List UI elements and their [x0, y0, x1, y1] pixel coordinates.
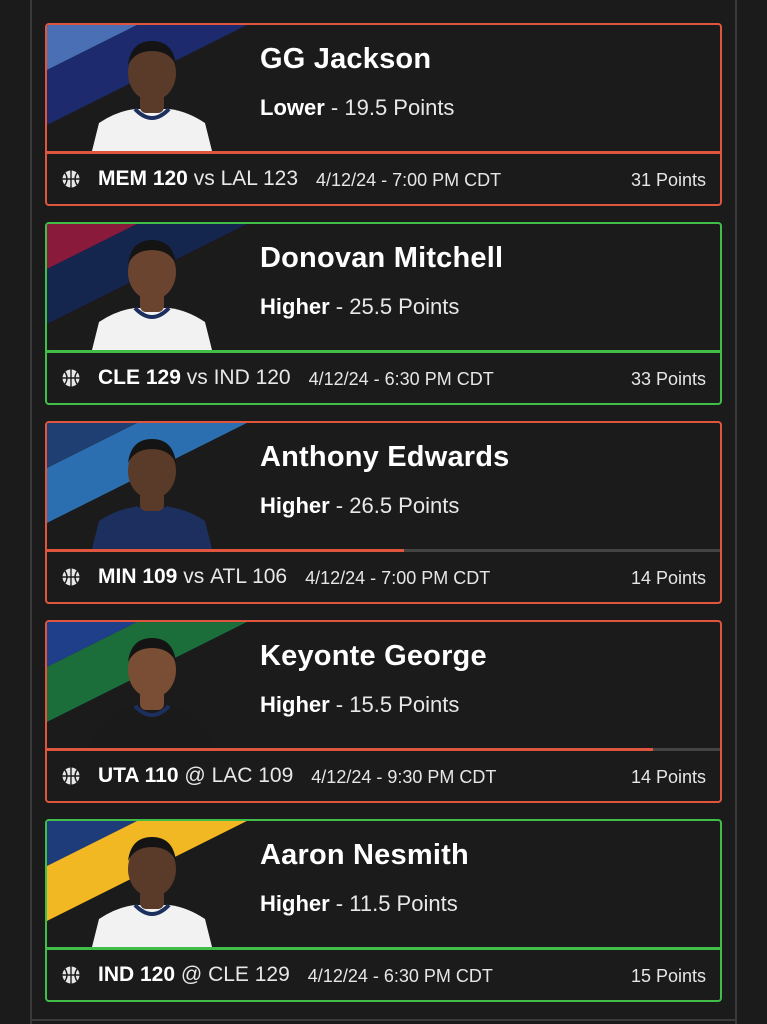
pick-card-header: Aaron Nesmith Higher - 11.5 Points: [47, 821, 720, 947]
pick-card-header: GG Jackson Lower - 19.5 Points: [47, 25, 720, 151]
player-headshot: [92, 439, 212, 549]
actual-points: 14 Points: [630, 767, 706, 787]
pick-card[interactable]: GG Jackson Lower - 19.5 Points MEM 120 v…: [45, 23, 722, 206]
game-datetime: 4/12/24 - 6:30 PM CDT: [308, 369, 494, 389]
opponent-score: LAL 123: [220, 167, 299, 190]
matchup: CLE 129 vs IND 120: [98, 366, 291, 390]
pick-card-header: Keyonte George Higher - 15.5 Points: [47, 622, 720, 748]
pick-card[interactable]: Donovan Mitchell Higher - 25.5 Points CL…: [45, 222, 722, 405]
player-name: Keyonte George: [260, 640, 487, 672]
player-name: Aaron Nesmith: [260, 839, 469, 871]
pick-line-value: 26.5 Points: [349, 493, 460, 518]
actual-points: 14 Points: [630, 568, 706, 588]
matchup: MEM 120 vs LAL 123: [98, 167, 298, 191]
bottom-border: [30, 1019, 737, 1021]
basketball-icon: [62, 568, 80, 586]
matchup: UTA 110 @ LAC 109: [98, 764, 293, 788]
game-info-row: CLE 129 vs IND 120 4/12/24 - 6:30 PM CDT…: [47, 353, 720, 403]
opponent-score: ATL 106: [210, 565, 288, 588]
pick-line: Lower - 19.5 Points: [260, 95, 455, 120]
pick-line-value: 15.5 Points: [349, 692, 460, 717]
opponent-score: CLE 129: [208, 963, 290, 986]
basketball-icon: [62, 966, 80, 984]
game-datetime: 4/12/24 - 6:30 PM CDT: [307, 966, 493, 986]
team-score: UTA 110: [98, 764, 179, 787]
pick-card[interactable]: Anthony Edwards Higher - 26.5 Points MIN…: [45, 421, 722, 604]
team-score: MIN 109: [98, 565, 178, 588]
pick-line: Higher - 26.5 Points: [260, 493, 460, 518]
matchup-separator: vs: [193, 167, 215, 190]
matchup-separator: vs: [186, 366, 208, 389]
opponent-score: IND 120: [213, 366, 291, 389]
pick-direction: Higher: [260, 692, 330, 717]
game-info-row: MEM 120 vs LAL 123 4/12/24 - 7:00 PM CDT…: [47, 154, 720, 204]
game-info-row: IND 120 @ CLE 129 4/12/24 - 6:30 PM CDT …: [47, 950, 720, 1000]
player-headshot: [92, 837, 212, 947]
team-score: IND 120: [98, 963, 176, 986]
actual-points: 31 Points: [630, 170, 706, 190]
pick-list: GG Jackson Lower - 19.5 Points MEM 120 v…: [45, 23, 722, 1018]
pick-line-value: 19.5 Points: [344, 95, 455, 120]
player-headshot: [92, 41, 212, 151]
pick-card-header: Anthony Edwards Higher - 26.5 Points: [47, 423, 720, 549]
pick-line: Higher - 25.5 Points: [260, 294, 460, 319]
opponent-score: LAC 109: [211, 764, 294, 787]
player-name: GG Jackson: [260, 43, 432, 75]
matchup: MIN 109 vs ATL 106: [98, 565, 287, 589]
matchup: IND 120 @ CLE 129: [98, 963, 290, 987]
game-datetime: 4/12/24 - 7:00 PM CDT: [305, 568, 491, 588]
matchup-separator: @: [184, 764, 206, 787]
basketball-icon: [62, 369, 80, 387]
left-border: [30, 0, 32, 1024]
pick-card[interactable]: Keyonte George Higher - 15.5 Points UTA …: [45, 620, 722, 803]
pick-card[interactable]: Aaron Nesmith Higher - 11.5 Points IND 1…: [45, 819, 722, 1002]
matchup-separator: vs: [183, 565, 205, 588]
player-headshot: [92, 638, 212, 748]
actual-points: 33 Points: [630, 369, 706, 389]
basketball-icon: [62, 767, 80, 785]
pick-line-value: 11.5 Points: [349, 891, 458, 916]
player-name: Anthony Edwards: [260, 441, 510, 473]
player-headshot: [92, 240, 212, 350]
pick-direction: Higher: [260, 891, 330, 916]
pick-line: Higher - 15.5 Points: [260, 692, 460, 717]
actual-points: 15 Points: [630, 966, 706, 986]
game-datetime: 4/12/24 - 9:30 PM CDT: [311, 767, 497, 787]
game-info-row: UTA 110 @ LAC 109 4/12/24 - 9:30 PM CDT …: [47, 751, 720, 801]
pick-line: Higher - 11.5 Points: [260, 891, 458, 916]
matchup-separator: @: [180, 963, 203, 986]
pick-direction: Higher: [260, 294, 330, 319]
player-name: Donovan Mitchell: [260, 242, 504, 274]
team-score: CLE 129: [98, 366, 181, 389]
pick-direction: Higher: [260, 493, 330, 518]
basketball-icon: [62, 170, 80, 188]
game-datetime: 4/12/24 - 7:00 PM CDT: [316, 170, 502, 190]
game-info-row: MIN 109 vs ATL 106 4/12/24 - 7:00 PM CDT…: [47, 552, 720, 602]
pick-direction: Lower: [260, 95, 325, 120]
pick-card-header: Donovan Mitchell Higher - 25.5 Points: [47, 224, 720, 350]
right-border: [735, 0, 737, 1024]
team-score: MEM 120: [98, 167, 188, 190]
pick-line-value: 25.5 Points: [349, 294, 460, 319]
